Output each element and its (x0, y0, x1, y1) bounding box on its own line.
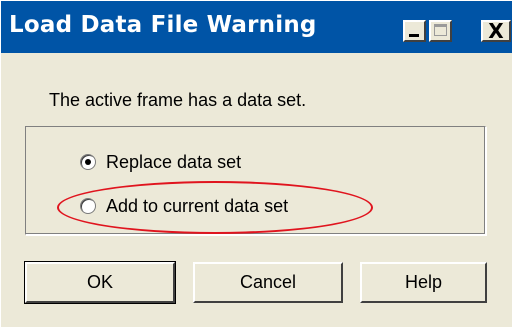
maximize-icon (434, 24, 447, 36)
title-bar[interactable]: Load Data File Warning X (1, 1, 512, 53)
red-highlight-ellipse (57, 181, 373, 234)
minimize-button[interactable] (403, 20, 426, 42)
radio-option-replace[interactable]: Replace data set (80, 151, 241, 173)
help-button[interactable]: Help (360, 262, 487, 303)
radio-selected-dot (85, 159, 91, 165)
close-button[interactable]: X (481, 19, 511, 43)
radio-label-replace[interactable]: Replace data set (106, 152, 241, 173)
warning-message: The active frame has a data set. (49, 90, 307, 110)
radio-replace-data-set[interactable] (80, 154, 96, 170)
window-title: Load Data File Warning (9, 12, 317, 38)
maximize-button[interactable] (429, 20, 452, 42)
close-icon: X (488, 19, 504, 43)
cancel-button[interactable]: Cancel (193, 262, 343, 303)
minimize-icon (409, 34, 419, 37)
load-data-file-warning-dialog: Load Data File Warning X The active fram… (0, 0, 512, 327)
ok-button[interactable]: OK (24, 261, 176, 304)
